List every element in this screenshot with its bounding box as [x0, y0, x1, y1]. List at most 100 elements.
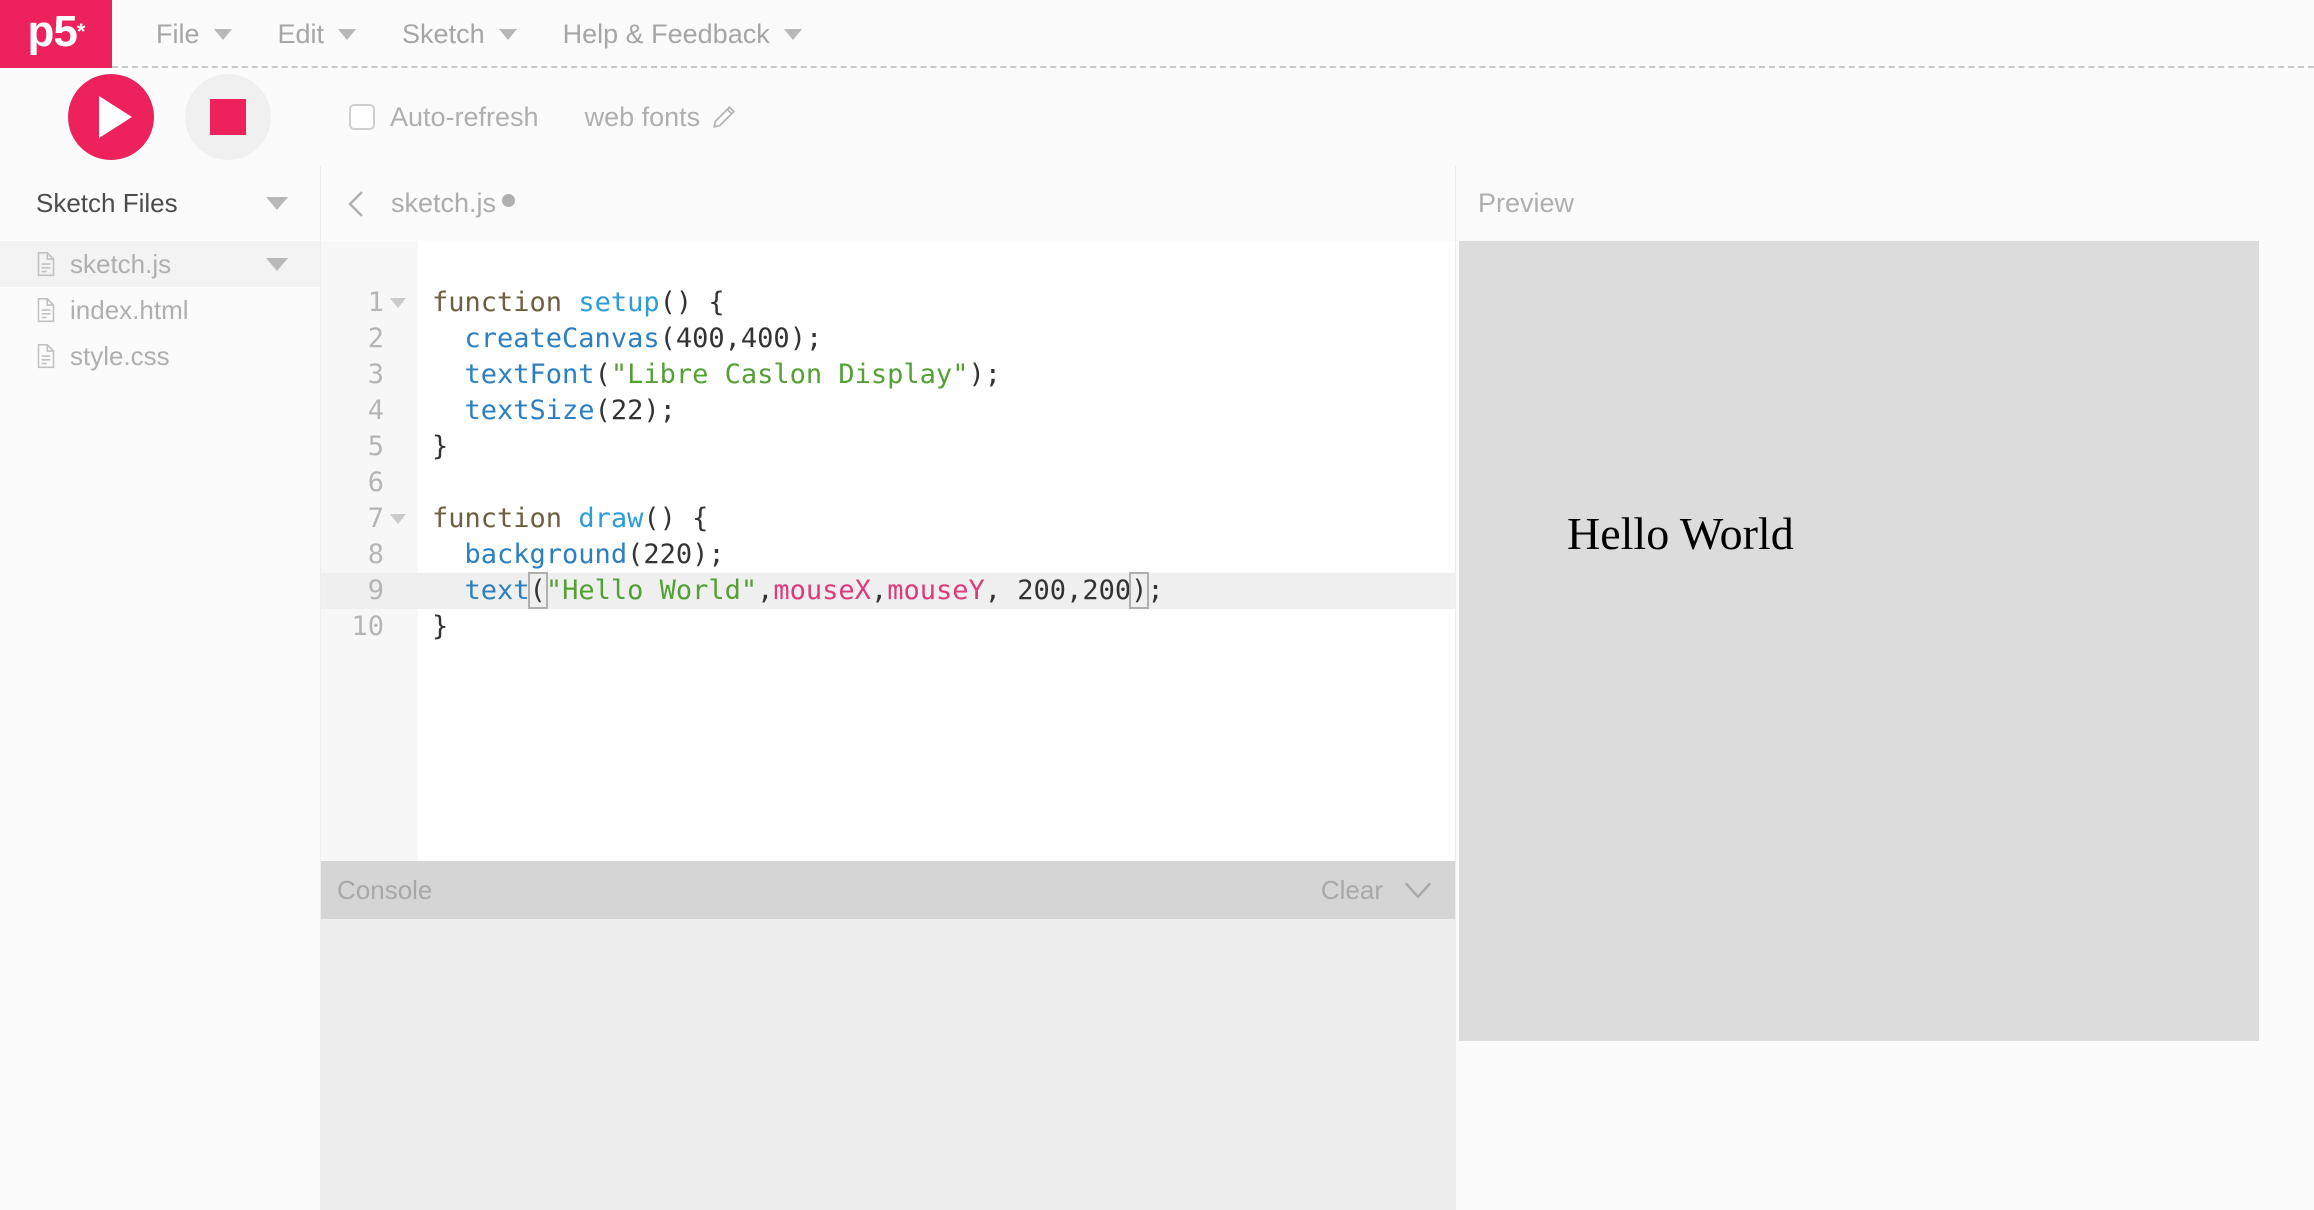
tab-label: sketch.js [391, 188, 497, 218]
token-number: 220 [643, 539, 693, 570]
gutter-line: 5 [321, 429, 418, 465]
token-number: 400 [675, 323, 725, 354]
token-builtin: textSize [464, 395, 595, 426]
token-builtin: textFont [464, 359, 595, 390]
console-actions: Clear [1321, 875, 1433, 906]
fold-toggle-icon[interactable] [390, 514, 406, 524]
token-punct: () { [659, 287, 725, 318]
play-button[interactable] [68, 74, 154, 160]
chevron-down-icon [498, 28, 517, 40]
chevron-down-icon [783, 28, 802, 40]
play-icon [99, 96, 132, 138]
code-line-7: function draw() { [418, 501, 1455, 537]
nav-item-edit[interactable]: Edit [278, 19, 357, 50]
chevron-down-icon [338, 28, 357, 40]
token-punct: ); [692, 539, 725, 570]
chevron-left-icon[interactable] [343, 189, 369, 219]
nav-item-help-feedback[interactable]: Help & Feedback [563, 19, 802, 50]
line-number: 8 [367, 539, 384, 570]
console-header[interactable]: Console Clear [321, 861, 1455, 919]
p5-logo[interactable]: p5 * [0, 0, 112, 68]
code-line-5: } [418, 429, 1455, 465]
token-punct: ); [968, 359, 1001, 390]
file-icon [37, 251, 55, 277]
code-line-6 [418, 465, 1455, 501]
editor-column: sketch.js 1 2 3 4 5 6 7 8 9 10 function … [321, 166, 1455, 1210]
gutter-line: 6 [321, 465, 418, 501]
gutter-line: 4 [321, 393, 418, 429]
token-function-name: draw [578, 503, 644, 534]
auto-refresh-label: Auto-refresh [390, 101, 539, 132]
matching-bracket-close: ) [1129, 572, 1150, 609]
gutter-line: 2 [321, 321, 418, 357]
nav-menu: File Edit Sketch Help & Feedback [112, 0, 802, 68]
token-number: 400 [740, 323, 790, 354]
sidebar-header: Sketch Files [0, 166, 320, 241]
line-number: 3 [367, 359, 384, 390]
token-keyword: function [432, 503, 563, 534]
nav-item-label: File [156, 18, 200, 49]
token-string: "Libre Caslon Display" [610, 359, 969, 390]
token-variable: mouseX [773, 575, 871, 606]
auto-refresh-toggle[interactable]: Auto-refresh [349, 102, 539, 133]
code-content[interactable]: function setup() { createCanvas(400,400)… [418, 241, 1455, 861]
chevron-down-icon[interactable] [266, 257, 288, 271]
nav-item-file[interactable]: File [156, 19, 232, 50]
code-line-9: text("Hello World",mouseX,mouseY, 200,20… [418, 572, 1455, 609]
token-punct: ( [594, 395, 611, 426]
fold-toggle-icon[interactable] [390, 298, 406, 308]
token-punct: ( [659, 323, 676, 354]
editor-toolbar: Auto-refresh web fonts [0, 68, 2314, 166]
token-string: "Hello World" [545, 575, 758, 606]
sidebar-item-sketch-js[interactable]: sketch.js [0, 241, 320, 287]
nav-divider [112, 66, 2314, 68]
sidebar-item-index-html[interactable]: index.html [0, 287, 320, 333]
token-number: 200 [1082, 575, 1132, 606]
console-title: Console [337, 874, 433, 905]
token-empty [432, 467, 448, 498]
token-punct: ( [627, 539, 644, 570]
web-fonts-label: web fonts [584, 101, 701, 132]
stop-button[interactable] [185, 74, 271, 160]
token-punct: ); [789, 323, 823, 354]
code-line-10: } [418, 609, 1455, 645]
web-fonts-button[interactable]: web fonts [585, 102, 738, 133]
stop-icon [210, 99, 246, 135]
line-number: 7 [367, 503, 384, 534]
tab-sketch-js[interactable]: sketch.js [391, 188, 516, 219]
sidebar-item-style-css[interactable]: style.css [0, 333, 320, 379]
preview-label: Preview [1478, 188, 1575, 218]
console-clear-button[interactable]: Clear [1321, 875, 1383, 906]
canvas-wrapper: Hello World [1456, 241, 2314, 1041]
code-line-4: textSize(22); [418, 393, 1455, 429]
gutter-line: 1 [321, 285, 418, 321]
line-number-gutter: 1 2 3 4 5 6 7 8 9 10 [321, 241, 418, 861]
canvas-hello-world-text: Hello World [1567, 508, 1794, 559]
sketch-canvas[interactable]: Hello World [1459, 241, 2259, 1041]
file-name: index.html [70, 294, 189, 325]
token-function-name: setup [578, 287, 660, 318]
chevron-down-icon[interactable] [1403, 880, 1433, 900]
preview-column: Preview Hello World [1455, 166, 2314, 1210]
token-variable: mouseY [887, 575, 985, 606]
code-line-1: function setup() { [418, 285, 1455, 321]
token-builtin: background [464, 539, 628, 570]
auto-refresh-checkbox[interactable] [349, 104, 375, 130]
file-name: sketch.js [70, 248, 172, 279]
token-punct: } [432, 431, 449, 462]
code-editor[interactable]: 1 2 3 4 5 6 7 8 9 10 function setup() {… [321, 241, 1455, 861]
token-punct: ); [643, 395, 676, 426]
nav-item-sketch[interactable]: Sketch [402, 19, 517, 50]
chevron-down-icon[interactable] [266, 197, 288, 210]
main-content: Sketch Files sketch.js index.html style.… [0, 166, 2314, 1210]
file-icon [37, 343, 55, 369]
preview-header: Preview [1456, 166, 2314, 241]
file-icon [37, 297, 55, 323]
code-line-2: createCanvas(400,400); [418, 321, 1455, 357]
line-number: 9 [367, 575, 384, 606]
